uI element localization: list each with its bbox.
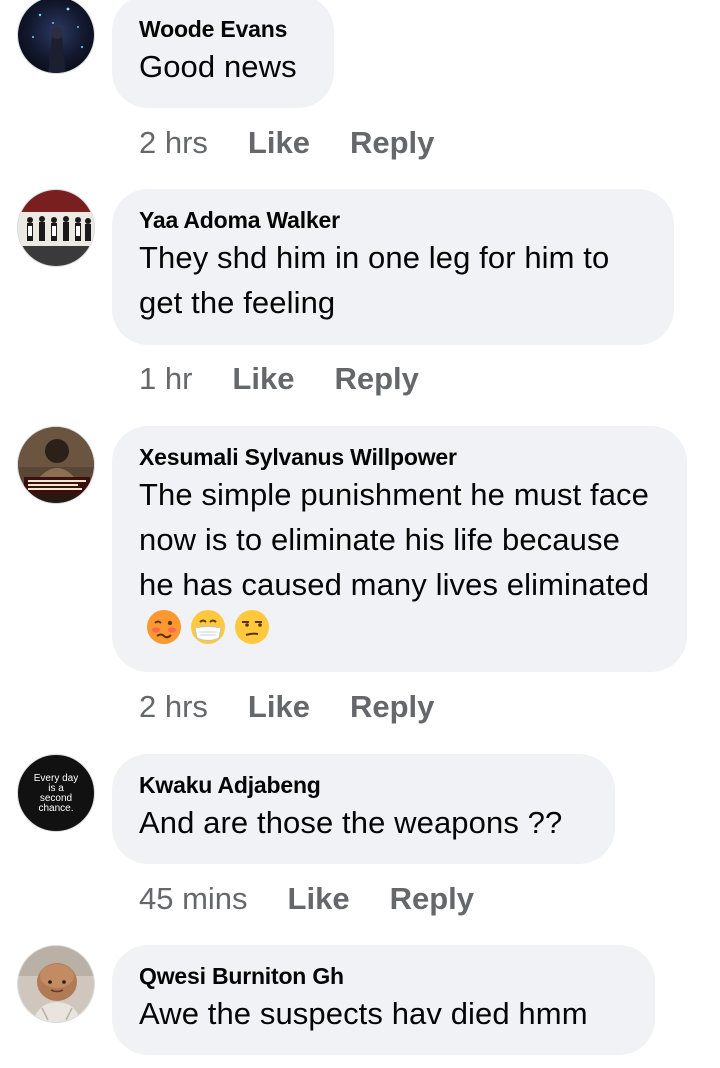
avatar-text: Every day is a second chance.	[33, 773, 79, 814]
comment-text: Awe the suspects hav died hmm	[139, 996, 588, 1031]
comment-author[interactable]: Yaa Adoma Walker	[139, 205, 646, 235]
like-button[interactable]: Like	[288, 881, 350, 917]
avatar[interactable]	[17, 0, 95, 74]
avatar[interactable]	[17, 945, 95, 1023]
reply-button[interactable]: Reply	[350, 689, 434, 725]
comment-bubble: Xesumali Sylvanus Willpower The simple p…	[112, 426, 687, 672]
comment-author[interactable]: Woode Evans	[139, 14, 306, 44]
comment-text-body: The simple punishment he must face now i…	[139, 477, 650, 602]
comment-actions: 2 hrs Like Reply	[139, 687, 434, 727]
avatar[interactable]	[17, 426, 95, 504]
comment-text: They shd him in one leg for him to get t…	[139, 240, 610, 320]
reply-button[interactable]: Reply	[350, 125, 434, 161]
like-button[interactable]: Like	[248, 689, 310, 725]
comment-bubble: Yaa Adoma Walker They shd him in one leg…	[112, 189, 674, 345]
reply-button[interactable]: Reply	[334, 361, 418, 397]
comment-author[interactable]: Kwaku Adjabeng	[139, 770, 587, 800]
reply-button[interactable]: Reply	[390, 881, 474, 917]
avatar[interactable]	[17, 189, 95, 267]
comment-timestamp[interactable]: 45 mins	[139, 881, 248, 917]
like-button[interactable]: Like	[232, 361, 294, 397]
comment-actions: 1 hr Like Reply	[139, 359, 419, 399]
comment-bubble: Qwesi Burniton Gh Awe the suspects hav d…	[112, 945, 655, 1055]
comment-bubble: Woode Evans Good news	[112, 0, 334, 108]
comment-text: The simple punishment he must face now i…	[139, 472, 659, 652]
avatar[interactable]: Every day is a second chance.	[17, 754, 95, 832]
comment-author[interactable]: Qwesi Burniton Gh	[139, 961, 627, 991]
comment-timestamp[interactable]: 2 hrs	[139, 689, 208, 725]
comment-actions: 45 mins Like Reply	[139, 879, 474, 919]
comment-text: Good news	[139, 49, 297, 84]
face-with-medical-mask-emoji	[191, 610, 225, 644]
unamused-face-emoji	[235, 610, 269, 644]
like-button[interactable]: Like	[248, 125, 310, 161]
comment-bubble: Kwaku Adjabeng And are those the weapons…	[112, 754, 615, 864]
comment-text: And are those the weapons ??	[139, 805, 563, 840]
comment-timestamp[interactable]: 2 hrs	[139, 125, 208, 161]
comment-timestamp[interactable]: 1 hr	[139, 361, 192, 397]
comment-author[interactable]: Xesumali Sylvanus Willpower	[139, 442, 659, 472]
comment-actions: 2 hrs Like Reply	[139, 123, 434, 163]
woozy-face-emoji	[147, 610, 181, 644]
